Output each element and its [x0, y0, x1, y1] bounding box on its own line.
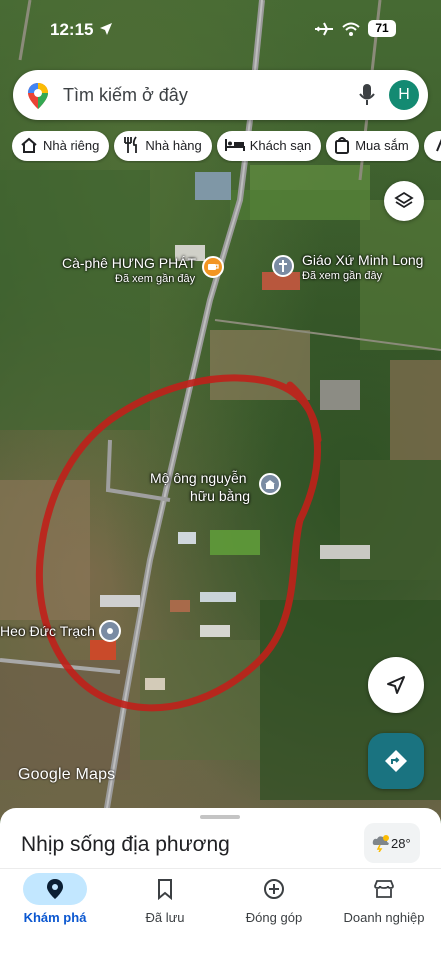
- nav-explore-label: Khám phá: [23, 910, 87, 925]
- home-icon: [21, 137, 37, 154]
- battery-indicator: 71: [368, 20, 396, 37]
- chip-shopping-label: Mua sắm: [355, 138, 409, 153]
- chip-home[interactable]: Nhà riêng: [12, 131, 110, 161]
- nav-saved-label: Đã lưu: [145, 910, 185, 925]
- poi-label-church[interactable]: Giáo Xứ Minh Long: [302, 252, 423, 268]
- bookmark-icon: [158, 879, 172, 900]
- google-maps-pin-icon: [28, 83, 48, 109]
- my-location-button[interactable]: [368, 657, 424, 713]
- google-maps-watermark: Google Maps: [18, 766, 116, 783]
- search-bar[interactable]: Tìm kiếm ở đây H: [13, 70, 428, 120]
- microphone-icon[interactable]: [358, 83, 376, 107]
- restaurant-icon: [124, 136, 138, 154]
- poi-label-heo-duc-trach[interactable]: Heo Đức Trạch: [0, 623, 95, 639]
- nav-contribute[interactable]: Đóng góp: [224, 869, 324, 939]
- coffee-icon[interactable]: [202, 256, 224, 278]
- chip-home-label: Nhà riêng: [43, 138, 100, 153]
- nav-business-label: Doanh nghiệp: [343, 910, 425, 925]
- church-icon[interactable]: [272, 255, 294, 277]
- wifi-icon: [342, 22, 360, 36]
- nav-contribute-label: Đóng góp: [245, 910, 303, 925]
- explore-pin-icon: [47, 879, 63, 899]
- poi-label-monument-line1[interactable]: Mộ ông nguyễn: [150, 470, 247, 486]
- chip-hotel[interactable]: Khách sạn: [216, 131, 322, 161]
- navigation-arrow-icon: [387, 676, 405, 694]
- add-circle-icon: [264, 879, 284, 899]
- layers-button[interactable]: [384, 181, 424, 221]
- location-arrow-icon: [100, 23, 112, 35]
- weather-badge[interactable]: 28°: [364, 823, 420, 863]
- poi-label-coffee[interactable]: Cà-phê HƯNG PHÁT: [62, 255, 196, 271]
- chip-restaurant-label: Nhà hàng: [145, 138, 202, 153]
- status-time: 12:15: [50, 20, 94, 39]
- sheet-drag-handle[interactable]: [200, 815, 240, 819]
- chip-hotel-label: Khách sạn: [249, 138, 312, 153]
- nav-explore[interactable]: Khám phá: [5, 869, 105, 939]
- layers-icon: [394, 191, 414, 209]
- sheet-title: Nhịp sống địa phương: [21, 833, 230, 856]
- hotel-icon: [224, 139, 245, 152]
- chip-more[interactable]: [423, 131, 441, 161]
- bottom-navigation: Khám phá Đã lưu Đóng góp Doanh nghiệp: [0, 868, 441, 961]
- chip-restaurant[interactable]: Nhà hàng: [114, 131, 212, 161]
- directions-button[interactable]: [368, 733, 424, 789]
- storefront-icon: [374, 880, 394, 898]
- airplane-icon: [315, 22, 333, 36]
- poi-sub-church: Đã xem gần đây: [302, 270, 383, 282]
- nav-saved[interactable]: Đã lưu: [115, 869, 215, 939]
- storm-cloud-icon: [372, 835, 389, 852]
- monument-icon[interactable]: [259, 473, 281, 495]
- chip-shopping[interactable]: Mua sắm: [326, 131, 419, 161]
- weather-temperature: 28°: [391, 836, 411, 851]
- search-input[interactable]: Tìm kiếm ở đây: [63, 85, 188, 106]
- poi-sub-coffee: Đã xem gần đây: [115, 273, 196, 285]
- nav-business[interactable]: Doanh nghiệp: [334, 869, 434, 939]
- shopping-icon: [335, 137, 350, 155]
- directions-icon: [385, 750, 407, 772]
- more-category-icon: [435, 138, 441, 152]
- poi-label-monument-line2[interactable]: hữu bằng: [190, 488, 250, 504]
- avatar[interactable]: H: [389, 80, 419, 110]
- place-icon[interactable]: [99, 620, 121, 642]
- status-bar: 12:15 71: [0, 0, 441, 60]
- category-chips: Nhà riêng Nhà hàng Khách sạn Mua sắm: [12, 131, 441, 163]
